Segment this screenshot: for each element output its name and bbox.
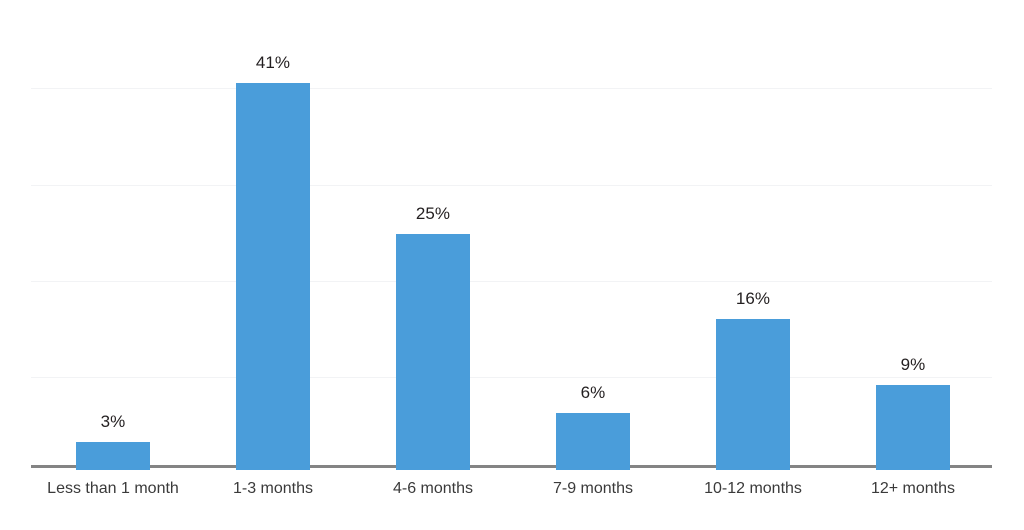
bar[interactable] <box>236 83 310 470</box>
bar-value-label: 41% <box>255 53 291 72</box>
x-axis-label-1: 1-3 months <box>232 480 314 497</box>
bar-value-label: 6% <box>580 383 606 402</box>
x-axis-label-5: 12+ months <box>870 480 956 497</box>
bars-layer: 3% 41% 25% 6% 16% 9% <box>0 0 1024 470</box>
bar-value-label: 25% <box>415 204 451 223</box>
bar[interactable] <box>556 413 630 470</box>
x-axis-label-3: 7-9 months <box>552 480 634 497</box>
bar-group-0: 3% <box>33 4 193 470</box>
bar[interactable] <box>396 234 470 470</box>
bar-group-4: 16% <box>673 4 833 470</box>
bar[interactable] <box>876 385 950 470</box>
x-axis-label-4: 10-12 months <box>704 480 802 497</box>
x-axis-label-2: 4-6 months <box>392 480 474 497</box>
bar-group-1: 41% <box>193 4 353 470</box>
bar[interactable] <box>716 319 790 470</box>
bar-group-2: 25% <box>353 4 513 470</box>
bar-group-3: 6% <box>513 4 673 470</box>
bar-value-label: 3% <box>100 412 126 431</box>
bar-chart: 3% 41% 25% 6% 16% 9% Less than 1 month 1… <box>0 0 1024 530</box>
x-axis-label-0: Less than 1 month <box>47 480 179 497</box>
bar-value-label: 16% <box>735 289 771 308</box>
x-axis-labels: Less than 1 month 1-3 months 4-6 months … <box>0 478 1024 508</box>
bar[interactable] <box>76 442 150 470</box>
bar-value-label: 9% <box>900 355 926 374</box>
bar-group-5: 9% <box>833 4 993 470</box>
